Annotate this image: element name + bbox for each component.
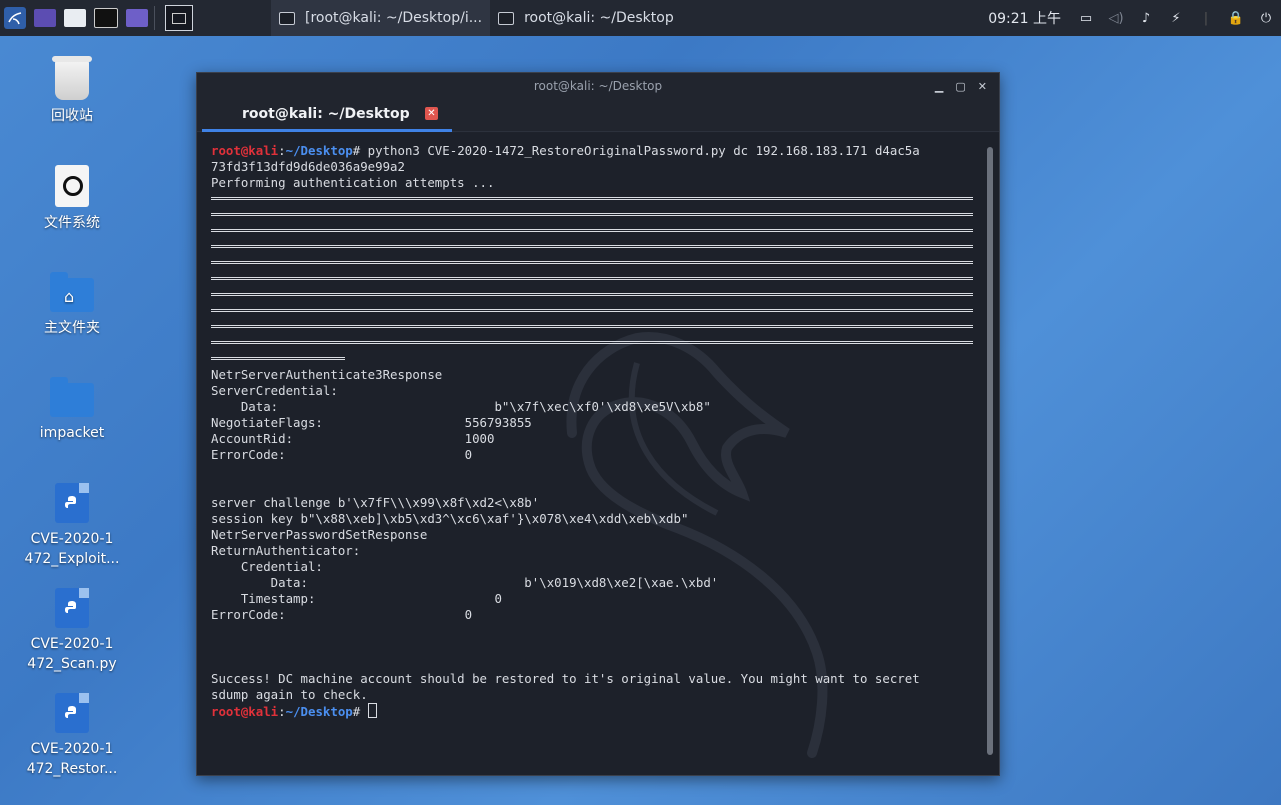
desktop-icon-label: impacket (39, 425, 105, 441)
taskbar-item-impacket-terminal[interactable]: [root@kali: ~/Desktop/i... (271, 0, 491, 36)
desktop-icon-label: 主文件夹 (44, 320, 100, 336)
taskbar-item-label: [root@kali: ~/Desktop/i... (305, 10, 483, 26)
terminal-icon (498, 11, 515, 25)
desktop-icon-scan[interactable]: CVE-2020-1 472_Scan.py (24, 588, 120, 674)
prompt-user: root@kali (211, 143, 279, 158)
window-title: root@kali: ~/Desktop (533, 79, 663, 93)
file-manager-icon[interactable] (64, 9, 86, 27)
desktop-icon-exploit[interactable]: CVE-2020-1 472_Exploit... (24, 483, 120, 569)
kali-menu-icon[interactable] (4, 7, 26, 29)
terminal-window: root@kali: ~/Desktop ▁ ▢ ✕ root@kali: ~/… (196, 72, 1000, 776)
power-icon[interactable]: ⏻ (1259, 11, 1273, 26)
terminal-launcher-icon[interactable] (94, 8, 118, 28)
terminal-body[interactable]: root@kali:~/Desktop# python3 CVE-2020-14… (197, 133, 999, 775)
desktop-icon-filesystem[interactable]: 文件系统 (24, 165, 120, 233)
tab-desktop[interactable]: root@kali: ~/Desktop ✕ (202, 99, 452, 132)
desktop-icon-trash[interactable]: 回收站 (24, 56, 120, 126)
separator: | (1203, 10, 1209, 26)
progress-line (211, 223, 973, 239)
terminal-output: root@kali:~/Desktop# python3 CVE-2020-14… (211, 143, 973, 720)
progress-line (211, 287, 973, 303)
folder-icon (50, 377, 94, 417)
terminal-icon (279, 11, 295, 25)
window-titlebar[interactable]: root@kali: ~/Desktop ▁ ▢ ✕ (197, 73, 999, 99)
volume-icon[interactable]: ◁) (1108, 11, 1123, 26)
window-controls: ▁ ▢ ✕ (929, 73, 993, 99)
desktop-icon-label: 回收站 (51, 108, 93, 124)
text-cursor (367, 703, 377, 718)
success-message: Success! DC machine account should be re… (211, 671, 920, 702)
power-manager-icon[interactable]: ⚡ (1169, 11, 1183, 26)
python-file-icon (55, 588, 89, 628)
attempts-text: Performing authentication attempts ... (211, 175, 495, 190)
desktop-icon-impacket[interactable]: impacket (24, 377, 120, 443)
trash-icon (52, 56, 92, 100)
password-set-response: server challenge b'\x7fF\\\x99\x8f\xd2<\… (211, 495, 719, 622)
progress-line (211, 271, 973, 287)
maximize-icon[interactable]: ▢ (955, 80, 965, 93)
desktop-icon-restore[interactable]: CVE-2020-1 472_Restor... (24, 693, 120, 779)
workspace-1-button[interactable] (165, 5, 193, 31)
close-icon[interactable]: ✕ (978, 80, 987, 93)
scrollbar[interactable] (987, 147, 993, 755)
home-folder-icon: ⌂ (50, 272, 94, 312)
desktop-icon-label: CVE-2020-1 472_Restor... (26, 741, 118, 777)
progress-line (211, 207, 973, 223)
notification-bell-icon[interactable]: ♪ (1139, 11, 1153, 26)
prompt-hash: # (352, 704, 368, 719)
taskbar-item-desktop-terminal[interactable]: root@kali: ~/Desktop (490, 0, 682, 36)
progress-line (211, 319, 973, 335)
tab-close-icon[interactable]: ✕ (425, 107, 438, 120)
desktop-icon-label: 文件系统 (44, 215, 100, 231)
progress-line (211, 303, 973, 319)
progress-line (211, 335, 973, 351)
terminal-icon (172, 12, 186, 24)
authenticate-response: NetrServerAuthenticate3Response ServerCr… (211, 367, 711, 462)
progress-line (211, 351, 973, 367)
progress-line (211, 255, 973, 271)
python-file-icon (55, 483, 89, 523)
desktop-icon-home[interactable]: ⌂ 主文件夹 (24, 272, 120, 338)
prompt-path: ~/Desktop (285, 704, 353, 719)
taskbar-item-label: root@kali: ~/Desktop (524, 10, 674, 26)
prompt-user: root@kali (211, 704, 279, 719)
desktop-icon-label: CVE-2020-1 472_Exploit... (24, 531, 120, 567)
progress-line (211, 191, 973, 207)
progress-line (211, 239, 973, 255)
lock-icon[interactable]: 🔒 (1228, 11, 1244, 26)
clock[interactable]: 09:21 上午 (988, 8, 1061, 28)
top-panel: [root@kali: ~/Desktop/i... root@kali: ~/… (0, 0, 1281, 36)
prompt-sep: : (278, 704, 286, 719)
prompt-sep: : (278, 143, 286, 158)
minimize-icon[interactable]: ▁ (935, 80, 943, 93)
panel-separator (154, 6, 155, 30)
desktop-icon-label: CVE-2020-1 472_Scan.py (27, 636, 117, 672)
workspace-switcher-icon[interactable] (34, 9, 56, 27)
tab-bar: root@kali: ~/Desktop ✕ (197, 99, 999, 132)
display-icon[interactable]: ▭ (1079, 11, 1093, 26)
system-tray: 09:21 上午 ▭ ◁) ♪ ⚡ | 🔒 ⏻ (988, 0, 1281, 36)
prompt-path: ~/Desktop (285, 143, 353, 158)
tab-title: root@kali: ~/Desktop (242, 106, 410, 122)
prompt-hash: # (352, 143, 368, 158)
python-file-icon (55, 693, 89, 733)
screen-recorder-icon[interactable] (126, 9, 148, 27)
drive-icon (55, 165, 89, 207)
